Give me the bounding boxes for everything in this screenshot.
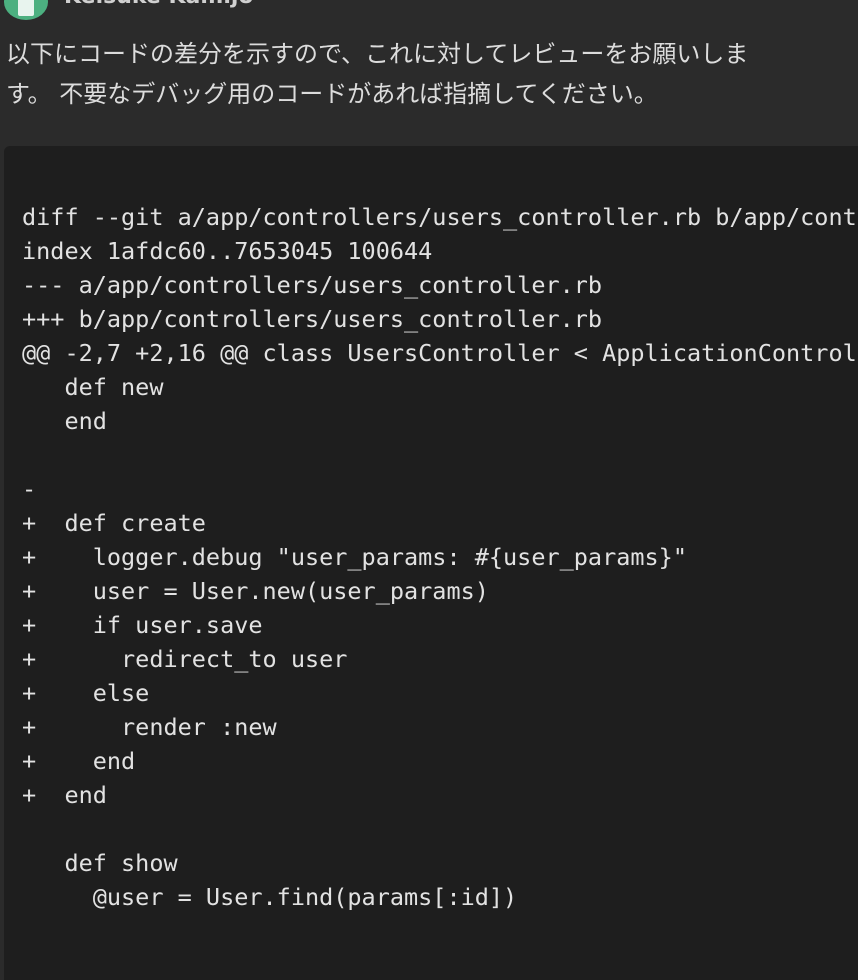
code-line: --- a/app/controllers/users_controller.r…: [22, 271, 603, 299]
code-line: + end: [22, 781, 107, 809]
code-block[interactable]: diff --git a/app/controllers/users_contr…: [4, 146, 858, 980]
code-line: @@ -2,7 +2,16 @@ class UsersController <…: [22, 339, 858, 367]
avatar-figure-icon: [18, 0, 34, 16]
code-line: + render :new: [22, 713, 277, 741]
message-line: す。 不要なデバッグ用のコードがあれば指摘してください。: [6, 80, 658, 108]
code-line: + end: [22, 747, 136, 775]
message-line: 以下にコードの差分を示すので、これに対してレビューをお願いしま: [6, 40, 749, 68]
code-line: index 1afdc60..7653045 100644: [22, 237, 433, 265]
code-line: + logger.debug "user_params: #{user_para…: [22, 543, 687, 571]
code-line: + else: [22, 679, 150, 707]
code-line: end: [22, 407, 107, 435]
code-line: diff --git a/app/controllers/users_contr…: [22, 203, 858, 231]
code-content: diff --git a/app/controllers/users_contr…: [22, 200, 858, 914]
code-line: + redirect_to user: [22, 645, 348, 673]
avatar[interactable]: [4, 0, 48, 20]
code-line: +++ b/app/controllers/users_controller.r…: [22, 305, 603, 333]
chat-page: Keisuke Kamijo 以下にコードの差分を示すので、これに対してレビュー…: [0, 0, 858, 980]
code-line: @user = User.find(params[:id]): [22, 883, 518, 911]
message-text: 以下にコードの差分を示すので、これに対してレビューをお願いしま す。 不要なデバ…: [6, 34, 836, 114]
code-line: def new: [22, 373, 164, 401]
code-line: -: [22, 475, 37, 503]
code-line: + if user.save: [22, 611, 263, 639]
code-line: def show: [22, 849, 178, 877]
author-name[interactable]: Keisuke Kamijo: [64, 0, 254, 9]
message-author: Keisuke Kamijo: [4, 0, 254, 20]
code-line: + def create: [22, 509, 206, 537]
code-line: + user = User.new(user_params): [22, 577, 489, 605]
